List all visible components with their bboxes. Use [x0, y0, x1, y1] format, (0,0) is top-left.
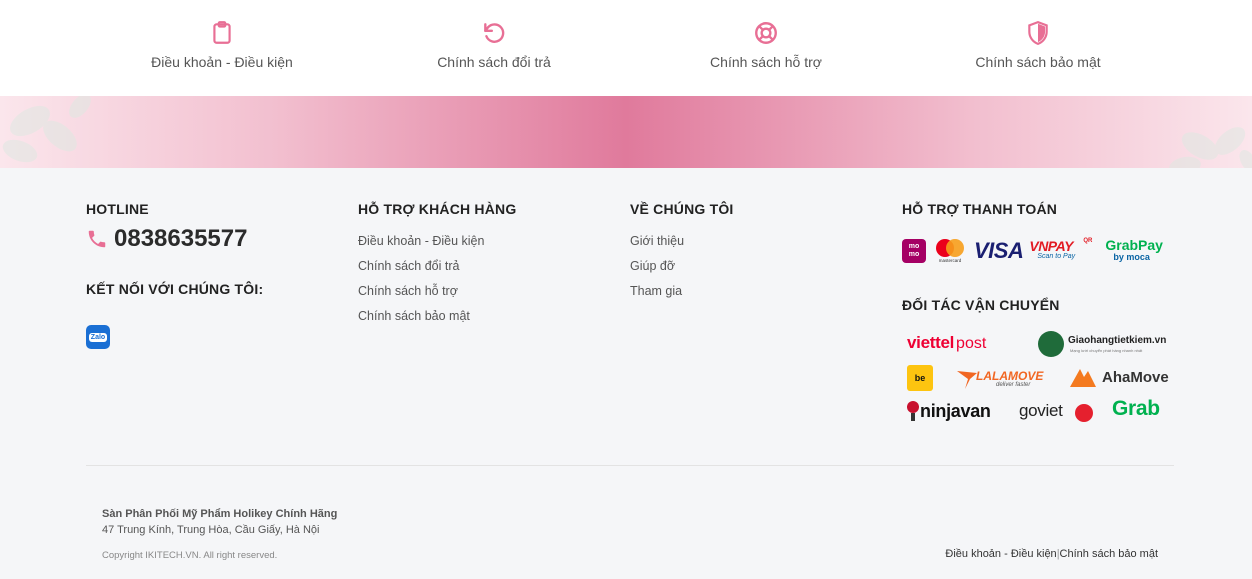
shipping-title: ĐỐI TÁC VẬN CHUYỂN [902, 297, 1060, 313]
about-list: Giới thiệu Giúp đỡ Tham gia [630, 232, 734, 307]
payment-logos: mo mo mastercard VISA VNPAY QR Scan to P… [902, 237, 1182, 265]
lalamove-logo: LALAMOVE deliver faster [956, 365, 1052, 391]
phone-icon [88, 230, 106, 248]
policy-return-label: Chính sách đổi trả [437, 54, 551, 70]
company-info: Sàn Phân Phối Mỹ Phẩm Holikey Chính Hãng… [102, 508, 337, 561]
lalamove-bird-icon [957, 371, 977, 389]
ahamove-icon [1070, 369, 1096, 387]
policy-return-link[interactable]: Chính sách đổi trả [384, 20, 604, 70]
grab-logo: Grab [1112, 397, 1160, 420]
momo-logo: mo mo [902, 239, 926, 263]
hotline-row[interactable]: 0838635577 [86, 225, 263, 253]
grabpay-logo: GrabPay by moca [1105, 237, 1163, 262]
support-link-privacy[interactable]: Chính sách bảo mật [358, 307, 516, 332]
ninjavan-logo: ninjavan [906, 400, 1006, 426]
lifebuoy-icon [755, 22, 777, 44]
be-logo: be [907, 365, 933, 391]
policy-support-link[interactable]: Chính sách hỗ trợ [656, 20, 876, 70]
bottom-link-privacy[interactable]: Chính sách bảo mật [1060, 548, 1158, 560]
about-link-join[interactable]: Tham gia [630, 282, 734, 307]
policy-privacy-label: Chính sách bảo mật [975, 54, 1101, 70]
policy-terms-link[interactable]: Điều khoản - Điều kiện [112, 20, 332, 70]
payment-column: HỖ TRỢ THANH TOÁN mo mo mastercard VISA … [902, 201, 1182, 429]
support-link-help[interactable]: Chính sách hỗ trợ [358, 282, 516, 307]
support-link-terms[interactable]: Điều khoản - Điều kiện [358, 232, 516, 257]
footer: HOTLINE 0838635577 KẾT NỐI VỚI CHÚNG TÔI… [0, 168, 1252, 579]
mastercard-logo: mastercard [934, 238, 966, 264]
policy-support-label: Chính sách hỗ trợ [710, 54, 822, 70]
ahamove-logo: AhaMove [1068, 367, 1178, 391]
viettelpost-logo: viettel post [907, 333, 987, 352]
visa-logo: VISA [974, 238, 1024, 263]
connect-title: KẾT NỐI VỚI CHÚNG TÔI: [86, 281, 264, 297]
company-name: Sàn Phân Phối Mỹ Phẩm Holikey Chính Hãng [102, 508, 338, 520]
ninjavan-pin-icon [907, 401, 919, 421]
decorative-banner [0, 96, 1252, 168]
support-list: Điều khoản - Điều kiện Chính sách đổi tr… [358, 232, 516, 332]
support-column: HỖ TRỢ KHÁCH HÀNG Điều khoản - Điều kiện… [358, 201, 516, 332]
goviet-logo: goviet [1019, 401, 1099, 425]
about-link-help[interactable]: Giúp đỡ [630, 257, 734, 282]
policy-terms-label: Điều khoản - Điều kiện [151, 54, 293, 70]
zalo-icon[interactable]: Zalo [86, 325, 110, 349]
zalo-label: Zalo [88, 332, 108, 342]
support-link-return[interactable]: Chính sách đổi trả [358, 257, 516, 282]
policy-bar: Điều khoản - Điều kiện Chính sách đổi tr… [0, 0, 1252, 96]
hotline-number: 0838635577 [114, 225, 248, 252]
shipping-logos: viettel post Giaohangtietkiem.vn Mạng lướ… [902, 329, 1174, 429]
hotline-title: HOTLINE [86, 201, 149, 217]
policy-privacy-link[interactable]: Chính sách bảo mật [928, 20, 1148, 70]
support-title: HỖ TRỢ KHÁCH HÀNG [358, 201, 517, 217]
company-address: 47 Trung Kính, Trung Hòa, Cầu Giấy, Hà N… [102, 524, 320, 536]
payment-title: HỖ TRỢ THANH TOÁN [902, 201, 1058, 217]
vnpay-logo: VNPAY QR Scan to Pay [1029, 238, 1093, 260]
bottom-links: Điều khoản - Điều kiện|Chính sách bảo mậ… [945, 548, 1158, 560]
undo-icon [484, 23, 505, 43]
hotline-column: HOTLINE 0838635577 KẾT NỐI VỚI CHÚNG TÔI… [86, 201, 263, 349]
about-title: VỀ CHÚNG TÔI [630, 201, 734, 217]
about-link-intro[interactable]: Giới thiệu [630, 232, 734, 257]
ghtk-logo: Giaohangtietkiem.vn Mạng lưới chuyển phá… [1038, 329, 1174, 359]
about-column: VỀ CHÚNG TÔI Giới thiệu Giúp đỡ Tham gia [630, 201, 734, 307]
footer-divider [86, 465, 1174, 466]
copyright-text: Copyright IKITECH.VN. All right reserved… [102, 550, 278, 561]
shield-icon [1028, 21, 1048, 45]
clipboard-icon [213, 21, 231, 44]
leaf-decoration-left [2, 96, 91, 163]
leaf-decoration-right [1169, 127, 1252, 168]
bottom-link-terms[interactable]: Điều khoản - Điều kiện [945, 548, 1056, 560]
